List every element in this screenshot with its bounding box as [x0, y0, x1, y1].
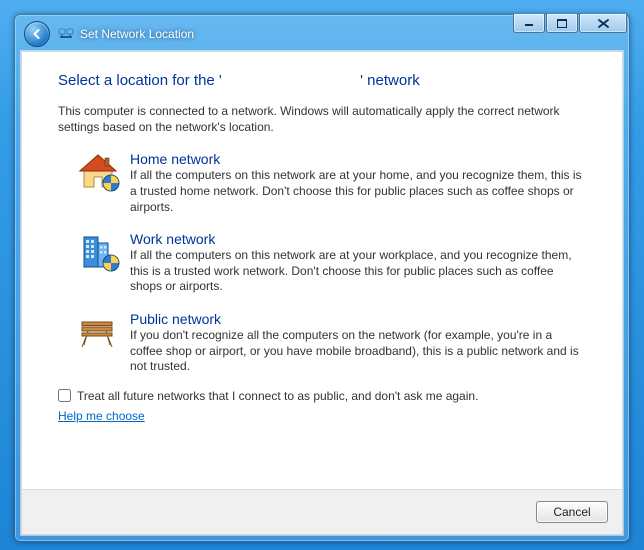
option-work-title: Work network	[130, 231, 582, 247]
treat-as-public-label: Treat all future networks that I connect…	[77, 389, 478, 403]
cancel-button[interactable]: Cancel	[536, 501, 608, 523]
network-icon	[58, 26, 74, 42]
client-area: Select a location for the ' ' network Th…	[21, 51, 623, 535]
option-public-title: Public network	[130, 311, 582, 327]
help-me-choose-link[interactable]: Help me choose	[58, 409, 145, 423]
maximize-button[interactable]	[546, 14, 578, 33]
intro-text: This computer is connected to a network.…	[58, 103, 586, 135]
treat-as-public-checkbox[interactable]	[58, 389, 71, 402]
heading-suffix: ' network	[360, 72, 420, 89]
content: Select a location for the ' ' network Th…	[22, 52, 622, 490]
arrow-left-icon	[31, 28, 43, 40]
heading-prefix: Select a location for the '	[58, 72, 222, 89]
back-button[interactable]	[24, 21, 50, 47]
window-title: Set Network Location	[80, 27, 194, 41]
treat-as-public-row[interactable]: Treat all future networks that I connect…	[58, 389, 586, 403]
footer: Cancel	[22, 489, 622, 534]
option-home-desc: If all the computers on this network are…	[130, 168, 582, 215]
close-button[interactable]	[579, 14, 627, 33]
option-public-network[interactable]: Public network If you don't recognize al…	[70, 305, 586, 385]
option-home-title: Home network	[130, 151, 582, 167]
park-bench-icon	[76, 313, 120, 356]
minimize-button[interactable]	[513, 14, 545, 33]
office-building-icon	[76, 233, 120, 276]
house-icon	[76, 153, 120, 196]
option-work-desc: If all the computers on this network are…	[130, 248, 582, 295]
option-public-desc: If you don't recognize all the computers…	[130, 328, 582, 375]
page-heading: Select a location for the ' ' network	[58, 72, 586, 89]
option-home-network[interactable]: Home network If all the computers on thi…	[70, 145, 586, 225]
option-work-network[interactable]: Work network If all the computers on thi…	[70, 225, 586, 305]
window-frame: Set Network Location Select a location f…	[14, 14, 630, 542]
titlebar-controls	[512, 14, 627, 33]
